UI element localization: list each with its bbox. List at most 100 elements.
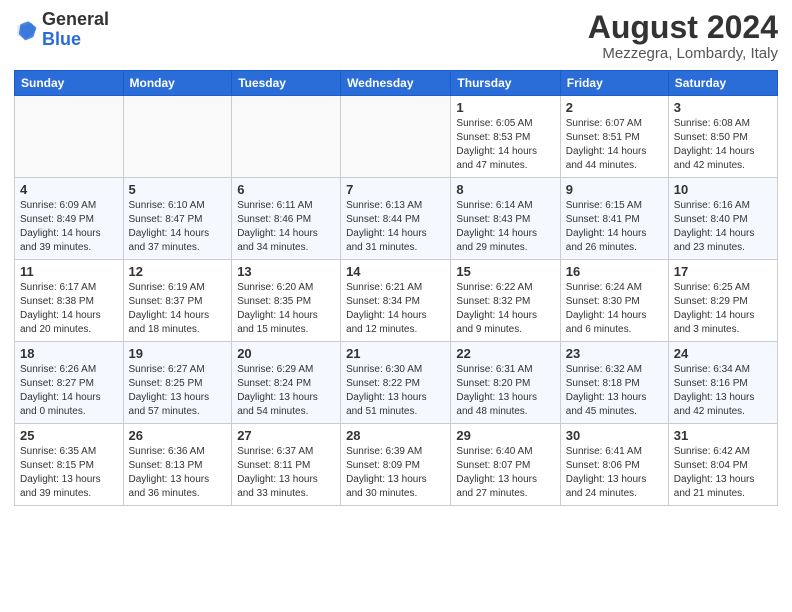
day-number: 13 — [237, 264, 335, 279]
day-info: Sunrise: 6:10 AMSunset: 8:47 PMDaylight:… — [129, 199, 227, 255]
day-cell: 18 Sunrise: 6:26 AMSunset: 8:27 PMDayligh… — [15, 342, 124, 424]
day-number: 24 — [674, 346, 772, 361]
day-number: 29 — [456, 428, 554, 443]
day-number: 9 — [566, 182, 663, 197]
day-number: 19 — [129, 346, 227, 361]
day-cell: 5Sunrise: 6:10 AMSunset: 8:47 PMDaylight… — [123, 178, 232, 260]
col-saturday: Saturday — [668, 71, 777, 96]
day-cell — [341, 96, 451, 178]
day-info: Sunrise: 6:42 AMSunset: 8:04 PMDaylight:… — [674, 445, 772, 501]
calendar: Sunday Monday Tuesday Wednesday Thursday… — [14, 70, 778, 506]
day-number: 16 — [566, 264, 663, 279]
logo: General Blue — [14, 10, 109, 50]
day-cell: 17 Sunrise: 6:25 AMSunset: 8:29 PMDayligh… — [668, 260, 777, 342]
day-number: 18 — [20, 346, 118, 361]
day-number: 30 — [566, 428, 663, 443]
day-cell: 19 Sunrise: 6:27 AMSunset: 8:25 PMDayligh… — [123, 342, 232, 424]
day-number: 25 — [20, 428, 118, 443]
location: Mezzegra, Lombardy, Italy — [588, 45, 778, 62]
week-row-3: 11 Sunrise: 6:17 AMSunset: 8:38 PMDayligh… — [15, 260, 778, 342]
day-info: Sunrise: 6:07 AMSunset: 8:51 PMDaylight:… — [566, 117, 663, 173]
col-thursday: Thursday — [451, 71, 560, 96]
day-number: 21 — [346, 346, 445, 361]
day-number: 20 — [237, 346, 335, 361]
col-tuesday: Tuesday — [232, 71, 341, 96]
day-cell: 11 Sunrise: 6:17 AMSunset: 8:38 PMDayligh… — [15, 260, 124, 342]
day-info: Sunrise: 6:20 AMSunset: 8:35 PMDaylight:… — [237, 281, 335, 337]
day-info: Sunrise: 6:21 AMSunset: 8:34 PMDaylight:… — [346, 281, 445, 337]
day-number: 2 — [566, 100, 663, 115]
day-info: Sunrise: 6:25 AMSunset: 8:29 PMDaylight:… — [674, 281, 772, 337]
day-cell: 3Sunrise: 6:08 AMSunset: 8:50 PMDaylight… — [668, 96, 777, 178]
day-number: 4 — [20, 182, 118, 197]
day-info: Sunrise: 6:09 AMSunset: 8:49 PMDaylight:… — [20, 199, 118, 255]
day-info: Sunrise: 6:29 AMSunset: 8:24 PMDaylight:… — [237, 363, 335, 419]
week-row-2: 4 Sunrise: 6:09 AMSunset: 8:49 PMDaylight… — [15, 178, 778, 260]
day-info: Sunrise: 6:34 AMSunset: 8:16 PMDaylight:… — [674, 363, 772, 419]
day-cell: 20 Sunrise: 6:29 AMSunset: 8:24 PMDayligh… — [232, 342, 341, 424]
day-cell: 12 Sunrise: 6:19 AMSunset: 8:37 PMDayligh… — [123, 260, 232, 342]
day-info: Sunrise: 6:11 AMSunset: 8:46 PMDaylight:… — [237, 199, 335, 255]
day-info: Sunrise: 6:40 AMSunset: 8:07 PMDaylight:… — [456, 445, 554, 501]
logo-text: General Blue — [42, 10, 109, 50]
day-info: Sunrise: 6:26 AMSunset: 8:27 PMDaylight:… — [20, 363, 118, 419]
col-friday: Friday — [560, 71, 668, 96]
day-info: Sunrise: 6:16 AMSunset: 8:40 PMDaylight:… — [674, 199, 772, 255]
day-cell: 21Sunrise: 6:30 AMSunset: 8:22 PMDayligh… — [341, 342, 451, 424]
logo-blue: Blue — [42, 29, 81, 49]
day-info: Sunrise: 6:27 AMSunset: 8:25 PMDaylight:… — [129, 363, 227, 419]
day-number: 10 — [674, 182, 772, 197]
day-cell: 1 Sunrise: 6:05 AMSunset: 8:53 PMDaylight… — [451, 96, 560, 178]
day-cell: 14Sunrise: 6:21 AMSunset: 8:34 PMDayligh… — [341, 260, 451, 342]
day-cell: 22 Sunrise: 6:31 AMSunset: 8:20 PMDayligh… — [451, 342, 560, 424]
day-info: Sunrise: 6:39 AMSunset: 8:09 PMDaylight:… — [346, 445, 445, 501]
week-row-1: 1 Sunrise: 6:05 AMSunset: 8:53 PMDaylight… — [15, 96, 778, 178]
day-info: Sunrise: 6:14 AMSunset: 8:43 PMDaylight:… — [456, 199, 554, 255]
day-cell — [232, 96, 341, 178]
day-number: 17 — [674, 264, 772, 279]
day-info: Sunrise: 6:32 AMSunset: 8:18 PMDaylight:… — [566, 363, 663, 419]
day-cell: 6 Sunrise: 6:11 AMSunset: 8:46 PMDaylight… — [232, 178, 341, 260]
day-cell: 26Sunrise: 6:36 AMSunset: 8:13 PMDayligh… — [123, 424, 232, 506]
day-number: 12 — [129, 264, 227, 279]
page: General Blue August 2024 Mezzegra, Lomba… — [0, 0, 792, 612]
day-info: Sunrise: 6:17 AMSunset: 8:38 PMDaylight:… — [20, 281, 118, 337]
logo-icon — [14, 18, 38, 42]
day-number: 6 — [237, 182, 335, 197]
day-number: 3 — [674, 100, 772, 115]
month-title: August 2024 — [588, 10, 778, 45]
day-cell — [15, 96, 124, 178]
day-number: 23 — [566, 346, 663, 361]
day-info: Sunrise: 6:19 AMSunset: 8:37 PMDaylight:… — [129, 281, 227, 337]
day-info: Sunrise: 6:05 AMSunset: 8:53 PMDaylight:… — [456, 117, 554, 173]
day-cell: 29 Sunrise: 6:40 AMSunset: 8:07 PMDayligh… — [451, 424, 560, 506]
day-info: Sunrise: 6:22 AMSunset: 8:32 PMDaylight:… — [456, 281, 554, 337]
day-cell: 31Sunrise: 6:42 AMSunset: 8:04 PMDayligh… — [668, 424, 777, 506]
day-info: Sunrise: 6:36 AMSunset: 8:13 PMDaylight:… — [129, 445, 227, 501]
day-info: Sunrise: 6:37 AMSunset: 8:11 PMDaylight:… — [237, 445, 335, 501]
day-number: 11 — [20, 264, 118, 279]
logo-general: General — [42, 9, 109, 29]
week-row-5: 25 Sunrise: 6:35 AMSunset: 8:15 PMDayligh… — [15, 424, 778, 506]
day-number: 7 — [346, 182, 445, 197]
day-cell: 10 Sunrise: 6:16 AMSunset: 8:40 PMDayligh… — [668, 178, 777, 260]
day-info: Sunrise: 6:31 AMSunset: 8:20 PMDaylight:… — [456, 363, 554, 419]
day-number: 1 — [456, 100, 554, 115]
week-row-4: 18 Sunrise: 6:26 AMSunset: 8:27 PMDayligh… — [15, 342, 778, 424]
day-number: 22 — [456, 346, 554, 361]
day-cell: 27 Sunrise: 6:37 AMSunset: 8:11 PMDayligh… — [232, 424, 341, 506]
day-info: Sunrise: 6:24 AMSunset: 8:30 PMDaylight:… — [566, 281, 663, 337]
day-number: 27 — [237, 428, 335, 443]
day-cell: 8Sunrise: 6:14 AMSunset: 8:43 PMDaylight… — [451, 178, 560, 260]
day-cell: 4 Sunrise: 6:09 AMSunset: 8:49 PMDaylight… — [15, 178, 124, 260]
day-info: Sunrise: 6:35 AMSunset: 8:15 PMDaylight:… — [20, 445, 118, 501]
col-wednesday: Wednesday — [341, 71, 451, 96]
day-cell: 7Sunrise: 6:13 AMSunset: 8:44 PMDaylight… — [341, 178, 451, 260]
day-cell: 15Sunrise: 6:22 AMSunset: 8:32 PMDayligh… — [451, 260, 560, 342]
day-cell: 24 Sunrise: 6:34 AMSunset: 8:16 PMDayligh… — [668, 342, 777, 424]
day-cell: 28 Sunrise: 6:39 AMSunset: 8:09 PMDayligh… — [341, 424, 451, 506]
day-number: 28 — [346, 428, 445, 443]
header-row: Sunday Monday Tuesday Wednesday Thursday… — [15, 71, 778, 96]
day-info: Sunrise: 6:41 AMSunset: 8:06 PMDaylight:… — [566, 445, 663, 501]
day-cell: 30 Sunrise: 6:41 AMSunset: 8:06 PMDayligh… — [560, 424, 668, 506]
